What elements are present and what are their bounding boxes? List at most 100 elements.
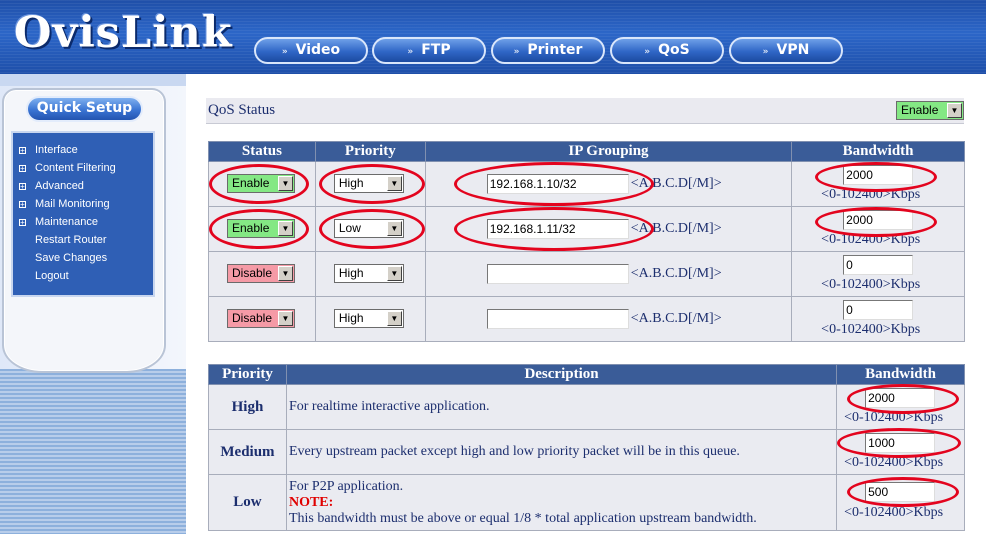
- nav-printer-button[interactable]: » Printer: [491, 37, 605, 64]
- bandwidth-cell: 1000 <0-102400>Kbps: [836, 428, 965, 475]
- bandwidth-range-hint: <0-102400>Kbps: [821, 232, 921, 247]
- ip-input[interactable]: [486, 309, 629, 329]
- priority-select[interactable]: High ▼: [333, 264, 404, 283]
- ip-input[interactable]: [486, 264, 629, 284]
- col-header-bandwidth: Bandwidth: [791, 141, 965, 162]
- nav-label: Printer: [527, 42, 583, 58]
- status-cell: Disable ▼: [208, 251, 316, 297]
- sidebar-item-label: Content Filtering: [35, 162, 116, 174]
- bandwidth-range-hint: <0-102400>Kbps: [821, 187, 921, 202]
- col-header-status: Status: [208, 141, 316, 162]
- sidebar-item-label: Restart Router: [35, 234, 107, 246]
- bandwidth-input[interactable]: 2000: [843, 165, 914, 185]
- status-cell: Enable ▼: [208, 161, 316, 207]
- nav-video-button[interactable]: » Video: [254, 37, 368, 64]
- priority-description: For realtime interactive application.: [285, 384, 838, 430]
- priority-label: High: [208, 384, 287, 430]
- dropdown-arrow-icon: ▼: [947, 103, 962, 118]
- status-select[interactable]: Enable ▼: [227, 219, 295, 238]
- dropdown-arrow-icon: ▼: [386, 266, 402, 281]
- nav-qos-button[interactable]: » QoS: [610, 37, 724, 64]
- qos-status-select[interactable]: Enable ▼: [896, 101, 964, 120]
- bandwidth-cell: 500 <0-102400>Kbps: [836, 474, 965, 531]
- dropdown-arrow-icon: ▼: [278, 176, 293, 191]
- quick-setup-button[interactable]: Quick Setup: [26, 96, 143, 122]
- sidebar-item-label: Logout: [35, 270, 69, 282]
- priority-label: Medium: [208, 429, 287, 475]
- priority-cell: High ▼: [314, 296, 426, 342]
- nav-ftp-button[interactable]: » FTP: [372, 37, 486, 64]
- table-row: High For realtime interactive applicatio…: [208, 384, 965, 430]
- bandwidth-input[interactable]: 2000: [843, 210, 914, 230]
- priority-description: Every upstream packet except high and lo…: [285, 429, 838, 475]
- select-value: Low: [338, 221, 361, 235]
- sidebar-item-content-filtering[interactable]: + Content Filtering: [13, 159, 153, 177]
- bandwidth-range-hint: <0-102400>Kbps: [844, 410, 944, 425]
- ip-input[interactable]: 192.168.1.10/32: [486, 174, 629, 194]
- bandwidth-range-hint: <0-102400>Kbps: [821, 322, 921, 337]
- status-select[interactable]: Disable ▼: [227, 264, 295, 283]
- bandwidth-cell: 2000 <0-102400>Kbps: [791, 206, 965, 252]
- col-header-bandwidth: Bandwidth: [836, 364, 965, 385]
- bandwidth-input[interactable]: 500: [865, 482, 936, 502]
- sidebar-item-advanced[interactable]: + Advanced: [13, 177, 153, 195]
- bandwidth-input[interactable]: 0: [843, 300, 914, 320]
- priority-description: For P2P application. NOTE: This bandwidt…: [285, 474, 838, 531]
- bandwidth-cell: 2000 <0-102400>Kbps: [836, 384, 965, 430]
- status-select[interactable]: Enable ▼: [227, 174, 295, 193]
- select-value: Enable: [232, 176, 270, 190]
- table-row: Disable ▼ High ▼ <A.B.C.D[/M]> 0 <0-102400…: [208, 296, 965, 342]
- table-header-row: Status Priority IP Grouping Bandwidth: [208, 141, 965, 162]
- sidebar-item-label: Interface: [35, 144, 78, 156]
- select-value: High: [338, 311, 364, 325]
- bandwidth-input[interactable]: 1000: [865, 433, 936, 453]
- expand-plus-icon: +: [19, 217, 26, 227]
- sidebar: Quick Setup + Interface + Content Filterin…: [0, 74, 186, 534]
- status-cell: Enable ▼: [208, 206, 316, 252]
- sidebar-item-logout[interactable]: Logout: [13, 267, 153, 285]
- bandwidth-cell: 2000 <0-102400>Kbps: [791, 161, 965, 207]
- sidebar-item-maintenance[interactable]: + Maintenance: [13, 213, 153, 231]
- priority-select[interactable]: High ▼: [333, 174, 404, 193]
- expand-plus-icon: +: [19, 163, 26, 173]
- table-row: Enable ▼ High ▼ 192.168.1.10/32 <A.B.C.D[/…: [208, 161, 965, 207]
- select-value: Disable: [232, 311, 273, 325]
- col-header-description: Description: [285, 364, 838, 385]
- ip-cell: <A.B.C.D[/M]>: [424, 296, 793, 342]
- col-header-priority: Priority: [314, 141, 426, 162]
- sidebar-item-save-changes[interactable]: Save Changes: [13, 249, 153, 267]
- sidebar-item-label: Advanced: [35, 180, 84, 192]
- select-value: Enable: [232, 221, 270, 235]
- note-text: This bandwidth must be above or equal 1/…: [288, 510, 757, 526]
- ip-grouping-table: Status Priority IP Grouping Bandwidth En…: [208, 141, 965, 342]
- ip-format-hint: <A.B.C.D[/M]>: [630, 311, 722, 326]
- sidebar-item-mail-monitoring[interactable]: + Mail Monitoring: [13, 195, 153, 213]
- bandwidth-cell: 0 <0-102400>Kbps: [791, 296, 965, 342]
- select-value: Enable: [901, 103, 939, 117]
- nav-arrow-icon: »: [281, 47, 288, 57]
- status-cell: Disable ▼: [208, 296, 316, 342]
- priority-select[interactable]: Low ▼: [333, 219, 404, 238]
- ip-input[interactable]: 192.168.1.11/32: [486, 219, 629, 239]
- priority-select[interactable]: High ▼: [333, 309, 404, 328]
- note-label: NOTE:: [288, 494, 334, 510]
- qos-status-bar: QoS Status Enable ▼: [206, 98, 964, 124]
- dropdown-arrow-icon: ▼: [386, 311, 402, 326]
- table-row: Low For P2P application. NOTE: This band…: [208, 474, 965, 531]
- ip-format-hint: <A.B.C.D[/M]>: [630, 266, 722, 281]
- col-header-priority: Priority: [208, 364, 287, 385]
- status-select[interactable]: Disable ▼: [227, 309, 295, 328]
- bandwidth-input[interactable]: 2000: [865, 388, 936, 408]
- expand-plus-icon: +: [19, 145, 26, 155]
- sidebar-menu: + Interface + Content Filtering + Advanced …: [11, 131, 155, 297]
- nav-arrow-icon: »: [644, 47, 651, 57]
- nav-vpn-button[interactable]: » VPN: [729, 37, 843, 64]
- sidebar-item-restart-router[interactable]: Restart Router: [13, 231, 153, 249]
- sidebar-item-interface[interactable]: + Interface: [13, 141, 153, 159]
- expand-plus-icon: +: [19, 181, 26, 191]
- bandwidth-range-hint: <0-102400>Kbps: [844, 455, 944, 470]
- nav-label: QoS: [658, 42, 690, 58]
- priority-cell: High ▼: [314, 251, 426, 297]
- priority-cell: Low ▼: [314, 206, 426, 252]
- bandwidth-input[interactable]: 0: [843, 255, 914, 275]
